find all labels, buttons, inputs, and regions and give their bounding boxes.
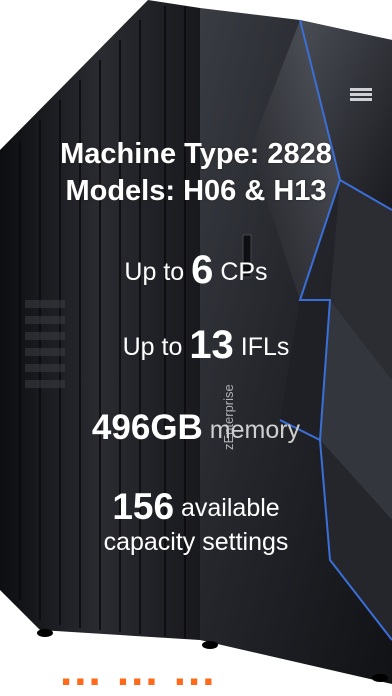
models-line: Models: H06 & H13 [65, 175, 327, 207]
cropped-orange-text: ... ... ... [60, 646, 217, 695]
capacity-value: 156 [112, 486, 175, 527]
memory-value: 496GB [91, 408, 203, 447]
ifls-value: 13 [189, 323, 234, 367]
machine-photo: zEnterprise Machine Type: 2828 Models: H… [0, 0, 392, 695]
spec-memory: 496GB memory [91, 408, 301, 447]
spec-ifls: Up to 13 IFLs [122, 323, 290, 367]
cps-value: 6 [191, 248, 214, 292]
machine-type-line: Machine Type: 2828 [60, 138, 332, 170]
spec-capacity: 156 available capacity settings [0, 488, 392, 559]
spec-cps: Up to 6 CPs [124, 248, 268, 292]
ibm-logo [350, 88, 372, 101]
machine-title: Machine Type: 2828 Models: H06 & H13 [0, 136, 392, 210]
capacity-line2: capacity settings [103, 528, 289, 556]
